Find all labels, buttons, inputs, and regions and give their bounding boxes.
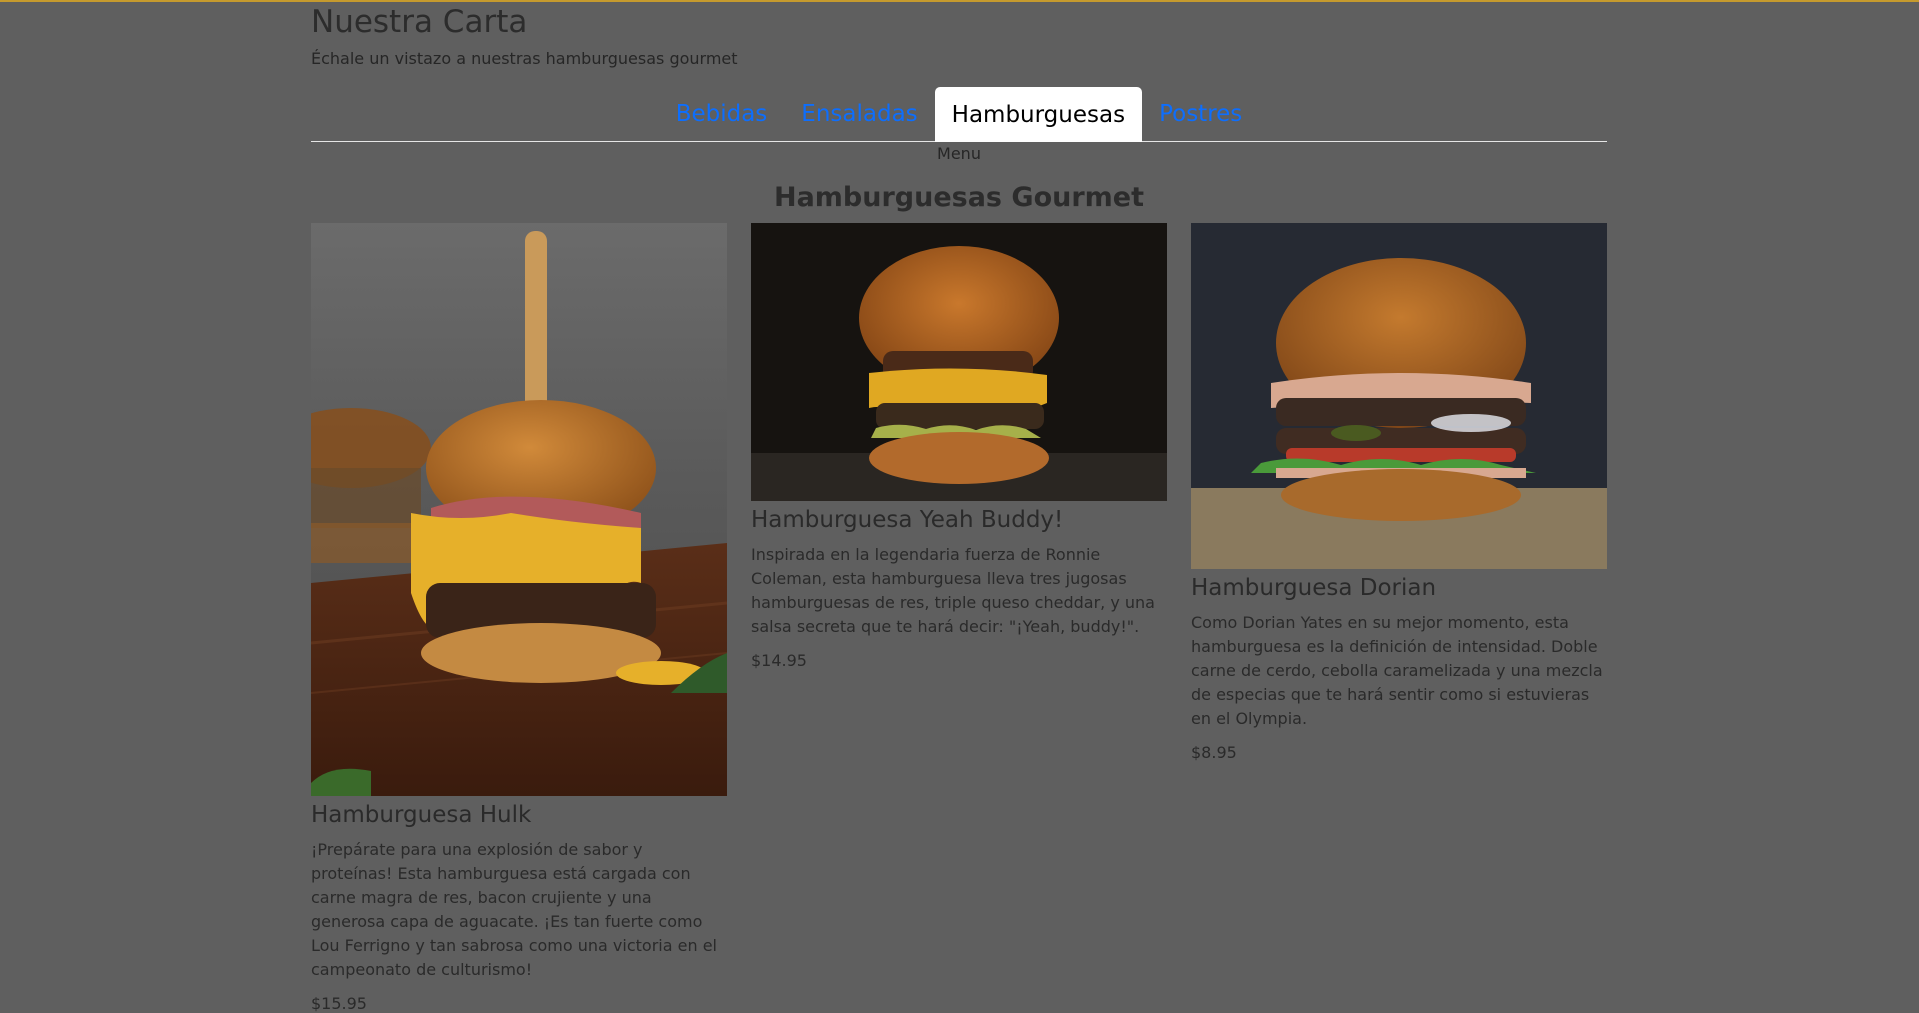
category-tabs: Bebidas Ensaladas Hamburguesas Postres <box>311 87 1607 142</box>
tab-hamburguesas[interactable]: Hamburguesas <box>934 87 1143 142</box>
menu-item-card: Hamburguesa Yeah Buddy! Inspirada en la … <box>751 223 1167 670</box>
menu-item-name: Hamburguesa Hulk <box>311 802 532 828</box>
menu-item-name: Hamburguesa Yeah Buddy! <box>751 507 1064 533</box>
page-subtitle: Échale un vistazo a nuestras hamburguesa… <box>311 49 738 68</box>
burger-hulk-image <box>311 223 727 796</box>
tab-bebidas[interactable]: Bebidas <box>659 87 785 141</box>
menu-item-description: Como Dorian Yates en su mejor momento, e… <box>1191 613 1603 728</box>
menu-item-name: Hamburguesa Dorian <box>1191 575 1437 601</box>
menu-item-card: Hamburguesa Hulk ¡Prepárate para una exp… <box>311 223 727 1013</box>
burger-dorian-image <box>1191 223 1607 569</box>
burger-yeah-buddy-image <box>751 223 1167 501</box>
tab-postres[interactable]: Postres <box>1142 87 1259 141</box>
menu-item-description: Inspirada en la legendaria fuerza de Ron… <box>751 545 1155 636</box>
menu-item-price: $8.95 <box>1191 743 1237 762</box>
menu-item-card: Hamburguesa Dorian Como Dorian Yates en … <box>1191 223 1607 762</box>
tab-ensaladas[interactable]: Ensaladas <box>784 87 934 141</box>
section-title: Hamburguesas Gourmet <box>773 182 1145 213</box>
menu-label: Menu <box>937 144 981 163</box>
menu-item-price: $14.95 <box>751 651 807 670</box>
page-title: Nuestra Carta <box>311 4 528 40</box>
top-accent-line <box>0 0 1919 2</box>
menu-item-price: $15.95 <box>311 994 367 1013</box>
menu-item-description: ¡Prepárate para una explosión de sabor y… <box>311 840 717 979</box>
